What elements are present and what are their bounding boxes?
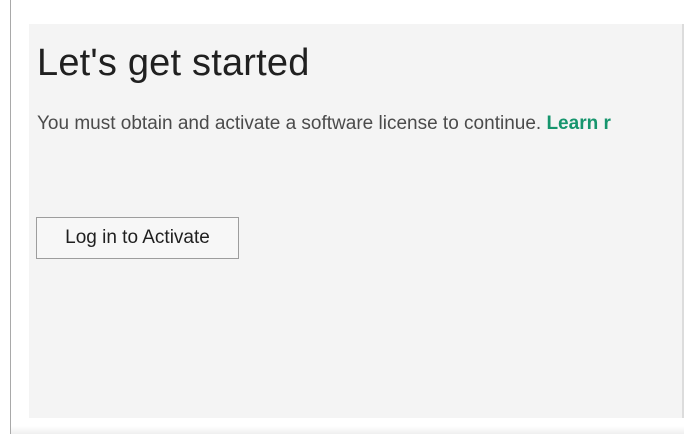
license-message: You must obtain and activate a software … <box>37 113 611 135</box>
license-panel: Let's get started You must obtain and ac… <box>29 24 684 418</box>
page-title: Let's get started <box>37 42 310 84</box>
log-in-to-activate-button[interactable]: Log in to Activate <box>36 217 239 259</box>
license-message-text: You must obtain and activate a software … <box>37 113 542 134</box>
bottom-edge-shadow <box>11 426 684 434</box>
learn-more-link[interactable]: Learn r <box>546 113 610 134</box>
